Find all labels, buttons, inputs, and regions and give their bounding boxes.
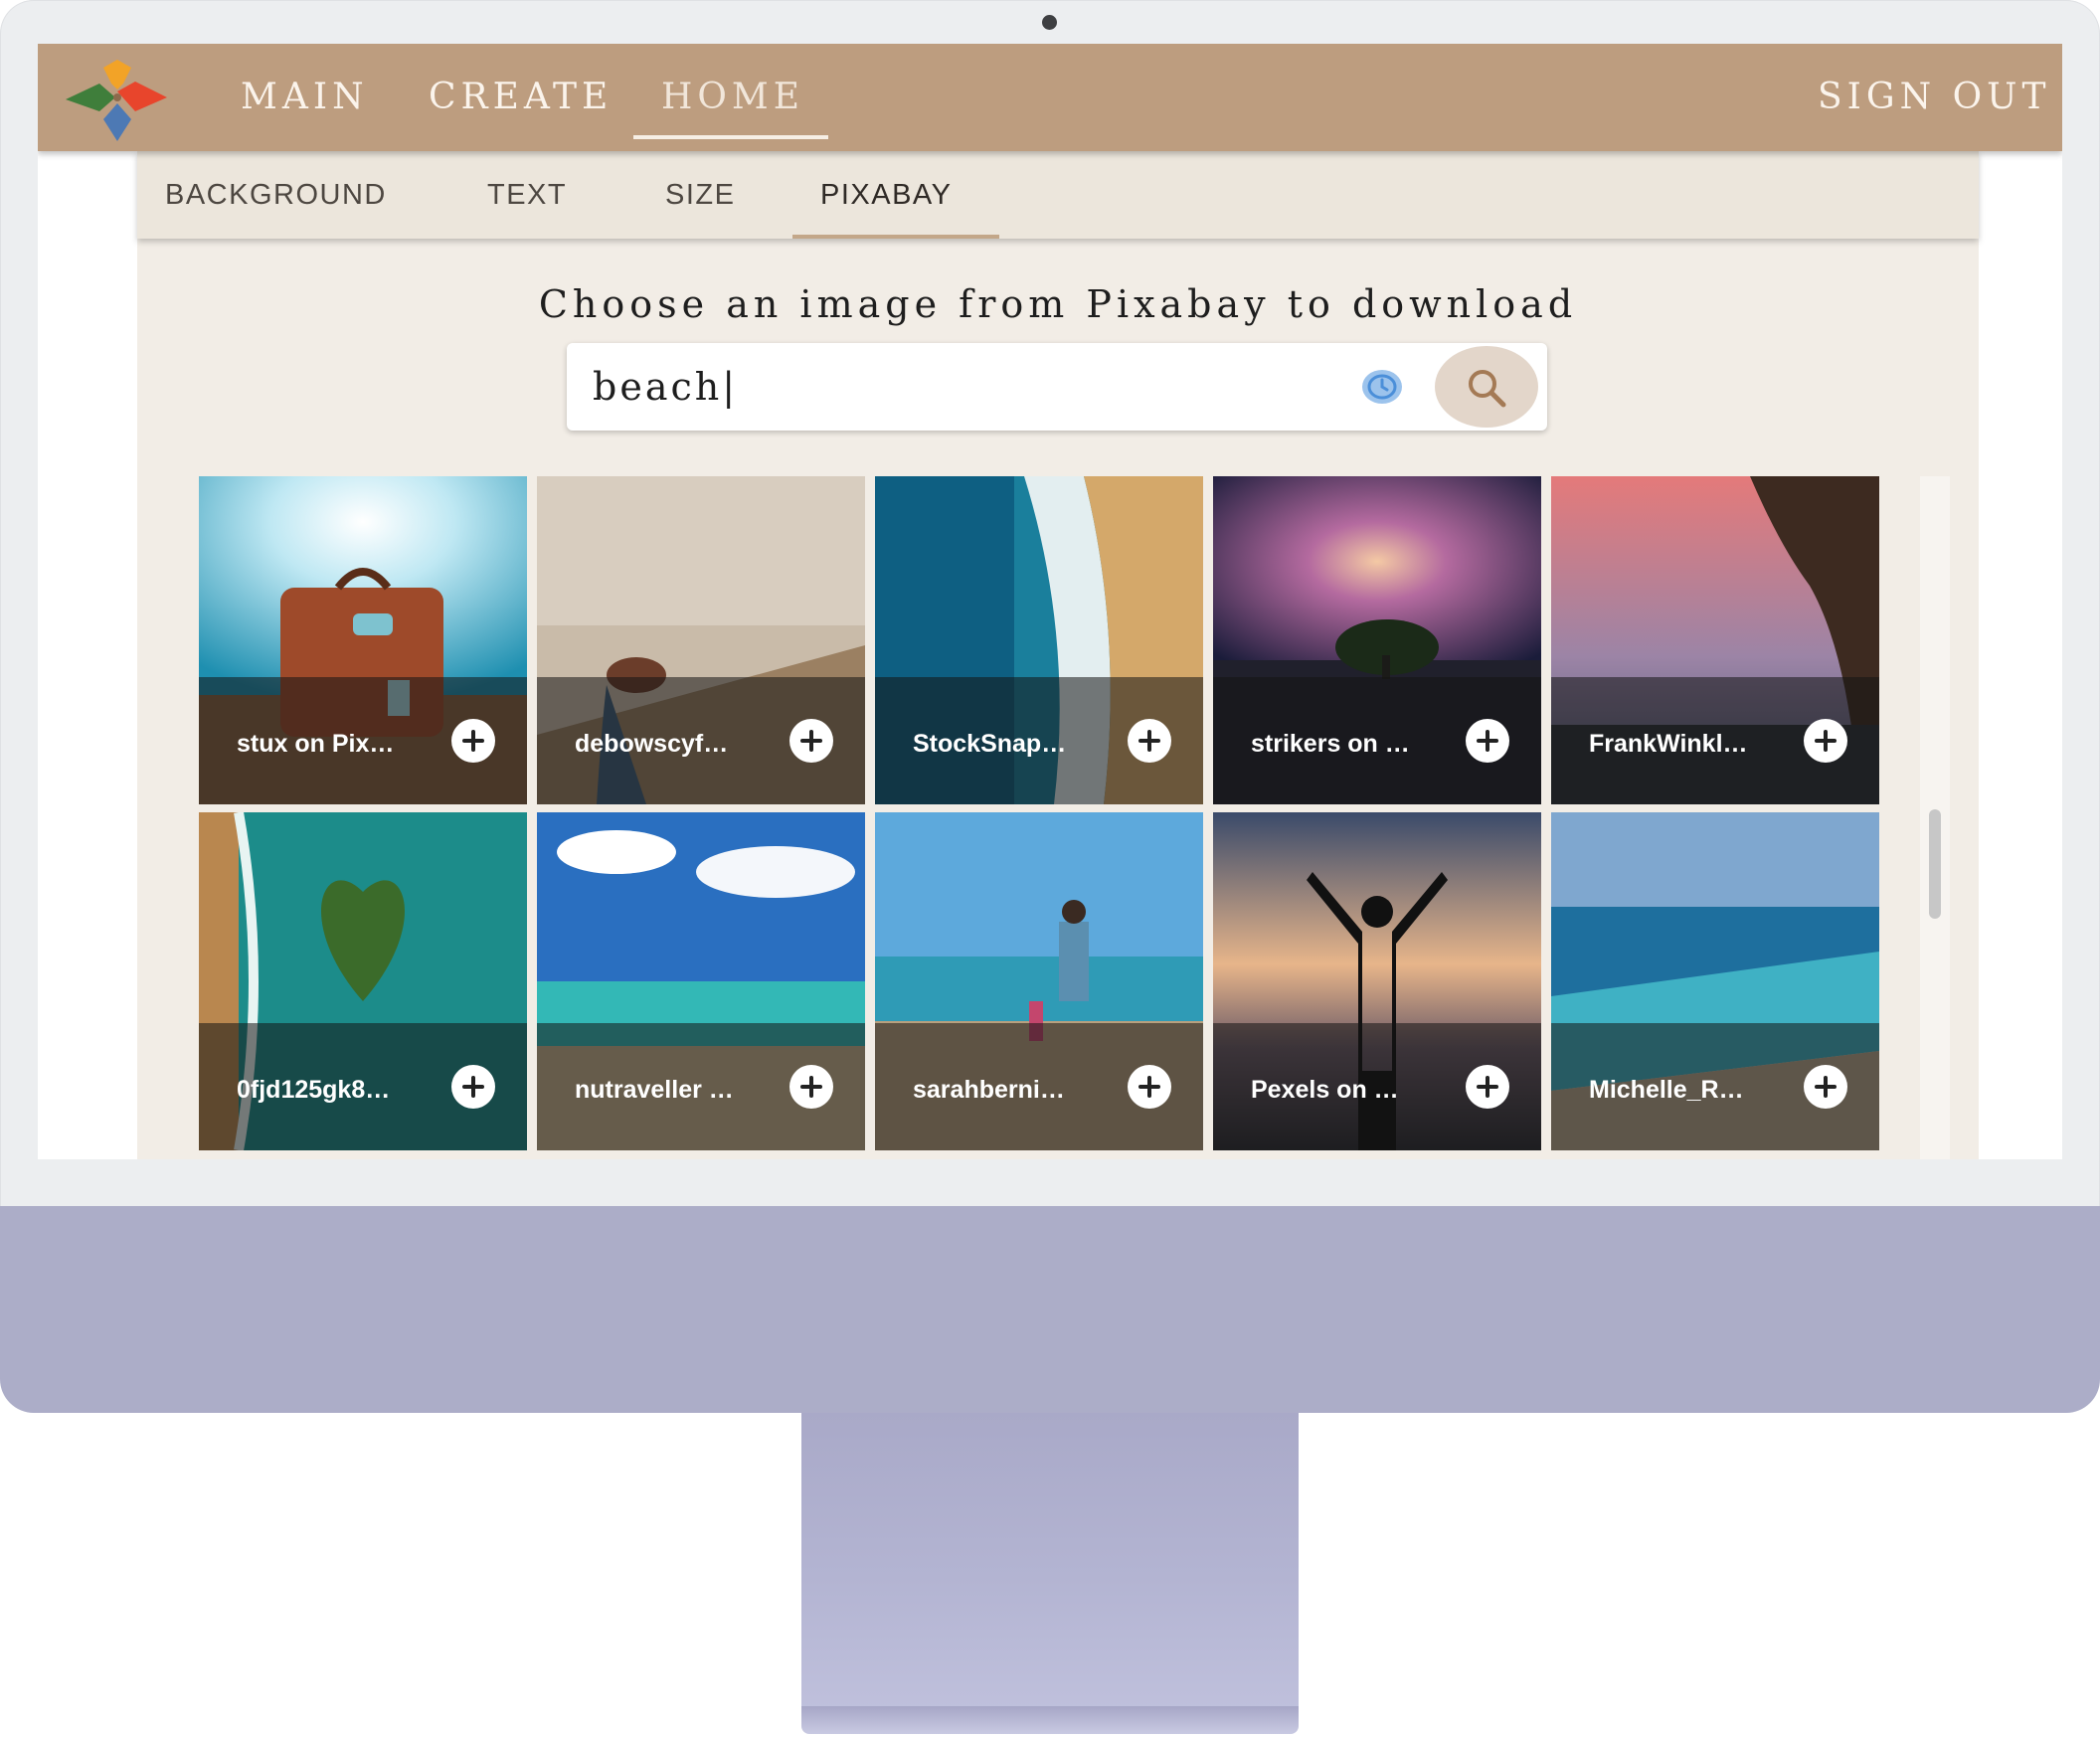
tile-caption: stux on Pix… <box>199 677 527 804</box>
search-button[interactable] <box>1435 346 1538 428</box>
image-tile[interactable]: Pexels on … <box>1213 812 1541 1150</box>
add-icon[interactable] <box>1128 1065 1171 1109</box>
add-icon[interactable] <box>789 719 833 763</box>
nav-home-link[interactable]: HOME <box>661 74 804 121</box>
add-icon[interactable] <box>1466 1065 1509 1109</box>
tile-caption: Pexels on … <box>1213 1023 1541 1150</box>
pixabay-prompt: Choose an image from Pixabay to download <box>538 282 1578 326</box>
add-icon[interactable] <box>1466 719 1509 763</box>
image-tile[interactable]: FrankWinkl… <box>1551 476 1879 804</box>
tile-caption: debowscyf… <box>537 677 865 804</box>
photographer-label: StockSnap… <box>913 730 1067 758</box>
editor-panel: BACKGROUND TEXT SIZE PIXABAY Choose an i… <box>137 151 1979 1159</box>
monitor-stand-foot <box>801 1706 1299 1734</box>
tile-caption: sarahberni… <box>875 1023 1203 1150</box>
camera-dot <box>1042 15 1057 30</box>
tab-size[interactable]: SIZE <box>665 151 735 239</box>
app-screen: MAIN CREATE HOME SIGN OUT BACKGROUND TEX… <box>38 44 2062 1159</box>
image-tile[interactable]: stux on Pix… <box>199 476 527 804</box>
top-navbar: MAIN CREATE HOME SIGN OUT <box>38 44 2062 151</box>
image-tile[interactable]: sarahberni… <box>875 812 1203 1150</box>
photographer-label: sarahberni… <box>913 1076 1065 1104</box>
add-icon[interactable] <box>1804 719 1847 763</box>
image-tile[interactable]: 0fjd125gk8… <box>199 812 527 1150</box>
search-input[interactable] <box>593 357 1348 417</box>
photographer-label: Michelle_R… <box>1589 1076 1744 1104</box>
nav-active-indicator <box>633 135 828 139</box>
photographer-label: 0fjd125gk8… <box>237 1076 391 1104</box>
add-icon[interactable] <box>451 719 495 763</box>
tab-active-indicator <box>792 235 999 239</box>
tab-pixabay[interactable]: PIXABAY <box>820 151 952 239</box>
photographer-label: Pexels on … <box>1251 1076 1399 1104</box>
nav-main-link[interactable]: MAIN <box>241 74 369 121</box>
image-tile[interactable]: nutraveller … <box>537 812 865 1150</box>
search-icon <box>1469 370 1506 408</box>
scrollbar-thumb[interactable] <box>1929 809 1941 919</box>
add-icon[interactable] <box>451 1065 495 1109</box>
tab-background[interactable]: BACKGROUND <box>165 151 387 239</box>
clear-icon[interactable] <box>1360 367 1404 407</box>
add-icon[interactable] <box>1804 1065 1847 1109</box>
tile-caption: strikers on … <box>1213 677 1541 804</box>
search-box <box>567 343 1547 431</box>
add-icon[interactable] <box>1128 719 1171 763</box>
photographer-label: strikers on … <box>1251 730 1410 758</box>
monitor-chin <box>0 1206 2100 1413</box>
tile-caption: StockSnap… <box>875 677 1203 804</box>
grid-scrollbar[interactable] <box>1920 476 1950 1159</box>
editor-tab-bar: BACKGROUND TEXT SIZE PIXABAY <box>137 151 1979 239</box>
image-tile[interactable]: debowscyf… <box>537 476 865 804</box>
photographer-label: debowscyf… <box>575 730 729 758</box>
tile-caption: FrankWinkl… <box>1551 677 1879 804</box>
tile-caption: Michelle_R… <box>1551 1023 1879 1150</box>
monitor-stand <box>801 1413 1299 1711</box>
image-tile[interactable]: strikers on … <box>1213 476 1541 804</box>
add-icon[interactable] <box>789 1065 833 1109</box>
tile-caption: nutraveller … <box>537 1023 865 1150</box>
photographer-label: FrankWinkl… <box>1589 730 1748 758</box>
image-tile[interactable]: StockSnap… <box>875 476 1203 804</box>
tile-caption: 0fjd125gk8… <box>199 1023 527 1150</box>
photographer-label: nutraveller … <box>575 1076 734 1104</box>
nav-create-link[interactable]: CREATE <box>429 74 612 121</box>
image-results-grid: stux on Pix… debowscyf… StockSnap… strik… <box>199 476 1917 1159</box>
photographer-label: stux on Pix… <box>237 730 395 758</box>
image-tile[interactable]: Michelle_R… <box>1551 812 1879 1150</box>
app-logo[interactable] <box>60 54 175 141</box>
sign-out-link[interactable]: SIGN OUT <box>1818 74 2050 121</box>
tab-text[interactable]: TEXT <box>487 151 567 239</box>
